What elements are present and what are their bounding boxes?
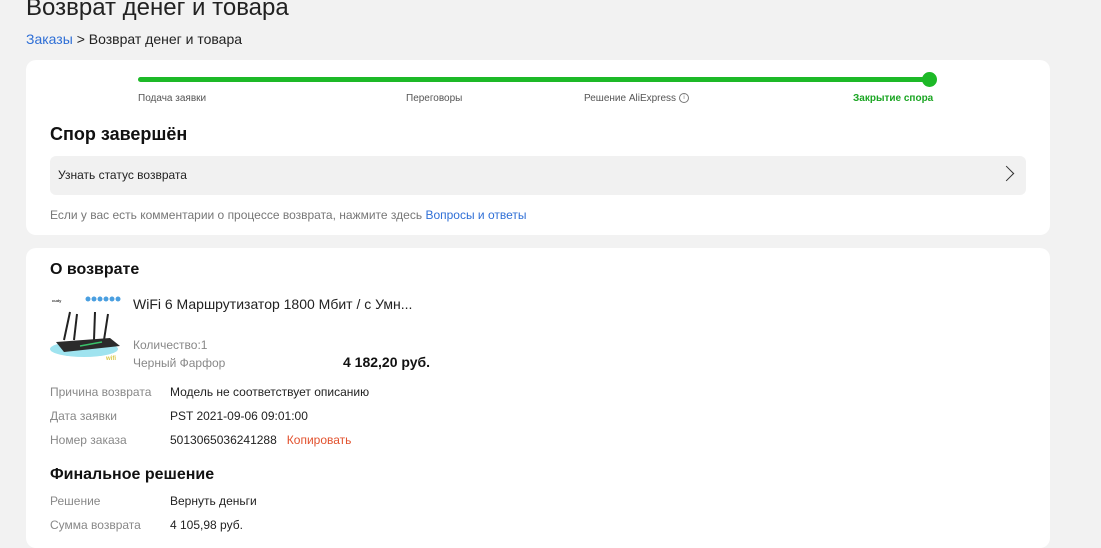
return-details-card: О возврате cudy wifi WiFi 6 Маршрутизато… xyxy=(26,248,1050,548)
product-title-link[interactable]: WiFi 6 Маршрутизатор 1800 Мбит / с Умн..… xyxy=(133,296,412,312)
return-status-button[interactable]: Узнать статус возврата xyxy=(50,156,1026,195)
decision-label: Решение xyxy=(50,494,101,508)
svg-text:cudy: cudy xyxy=(52,298,62,303)
return-status-label: Узнать статус возврата xyxy=(58,168,187,182)
final-decision-heading: Финальное решение xyxy=(50,466,215,483)
copy-order-number-button[interactable]: Копировать xyxy=(287,433,352,447)
dispute-status-card: Подача заявки Переговоры Решение AliExpr… xyxy=(26,60,1050,235)
breadcrumb-current: Возврат денег и товара xyxy=(88,31,243,47)
request-date-value: PST 2021-09-06 09:01:00 xyxy=(170,409,308,423)
request-date-label: Дата заявки xyxy=(50,409,117,423)
help-hint: Если у вас есть комментарии о процессе в… xyxy=(50,208,527,222)
product-variant: Черный Фарфор xyxy=(133,356,226,370)
breadcrumb-separator: > xyxy=(76,31,85,47)
order-number-row: 5013065036241288 Копировать xyxy=(170,433,351,447)
return-reason-label: Причина возврата xyxy=(50,385,152,399)
refund-amount-label: Сумма возврата xyxy=(50,518,141,532)
breadcrumb: Заказы > Возврат денег и товара xyxy=(26,31,242,47)
progress-step-decision-label: Решение AliExpress xyxy=(584,93,677,104)
order-number-value: 5013065036241288 xyxy=(170,433,277,447)
progress-step-submit: Подача заявки xyxy=(138,93,207,104)
progress-step-decision: Решение AliExpress i xyxy=(584,93,690,104)
info-icon[interactable]: i xyxy=(679,93,690,104)
decision-value: Вернуть деньги xyxy=(170,494,257,508)
progress-step-negotiation: Переговоры xyxy=(406,93,463,104)
return-reason-value: Модель не соответствует описанию xyxy=(170,385,370,399)
help-hint-text: Если у вас есть комментарии о процессе в… xyxy=(50,208,423,222)
progress-current-dot xyxy=(922,72,937,87)
progress-track xyxy=(138,77,928,82)
product-image[interactable]: cudy wifi xyxy=(50,294,124,366)
product-quantity: Количество:1 xyxy=(133,338,208,352)
breadcrumb-orders-link[interactable]: Заказы xyxy=(26,31,73,47)
chevron-right-icon xyxy=(998,165,1015,182)
page-title: Возврат денег и товара xyxy=(26,0,289,21)
dispute-heading: Спор завершён xyxy=(50,124,188,144)
progress-step-closed: Закрытие спора xyxy=(853,93,934,104)
return-heading: О возврате xyxy=(50,261,140,278)
refund-amount-value: 4 105,98 руб. xyxy=(170,518,243,532)
product-price: 4 182,20 руб. xyxy=(343,354,431,370)
order-number-label: Номер заказа xyxy=(50,433,127,447)
faq-link[interactable]: Вопросы и ответы xyxy=(425,208,526,222)
svg-text:wifi: wifi xyxy=(105,356,116,362)
